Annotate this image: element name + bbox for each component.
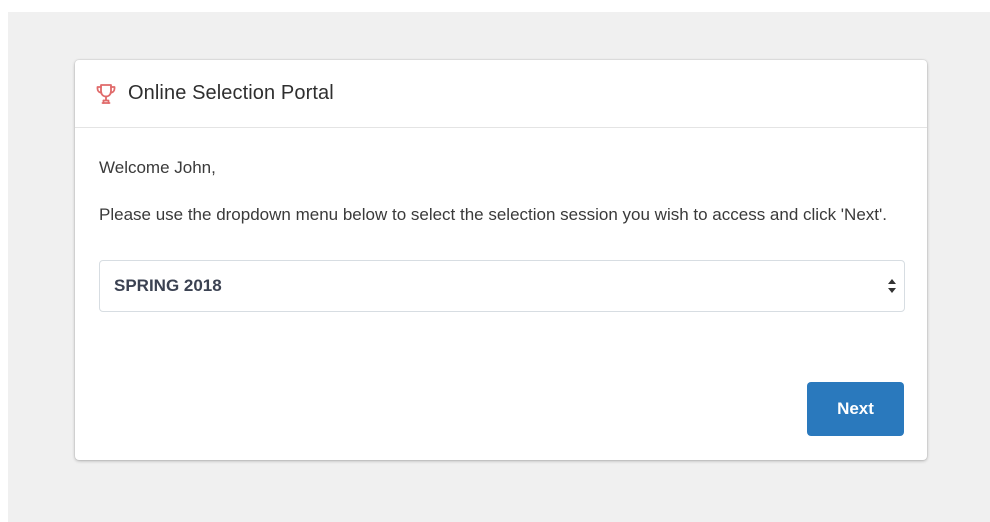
session-select-value: SPRING 2018 bbox=[114, 276, 222, 295]
page-title: Online Selection Portal bbox=[128, 82, 334, 104]
welcome-text: Welcome John, bbox=[99, 158, 216, 177]
card-header: Online Selection Portal bbox=[75, 60, 927, 128]
session-select[interactable]: SPRING 2018 bbox=[99, 260, 905, 312]
portal-card: Online Selection Portal Welcome John, Pl… bbox=[75, 60, 927, 460]
trophy-icon bbox=[96, 83, 116, 105]
instructions-text: Please use the dropdown menu below to se… bbox=[99, 205, 887, 224]
next-button[interactable]: Next bbox=[807, 382, 904, 436]
card-footer: Next bbox=[807, 382, 904, 436]
page-background: Online Selection Portal Welcome John, Pl… bbox=[8, 12, 990, 522]
card-body: Welcome John, Please use the dropdown me… bbox=[75, 128, 927, 312]
select-arrows-icon bbox=[888, 279, 896, 293]
